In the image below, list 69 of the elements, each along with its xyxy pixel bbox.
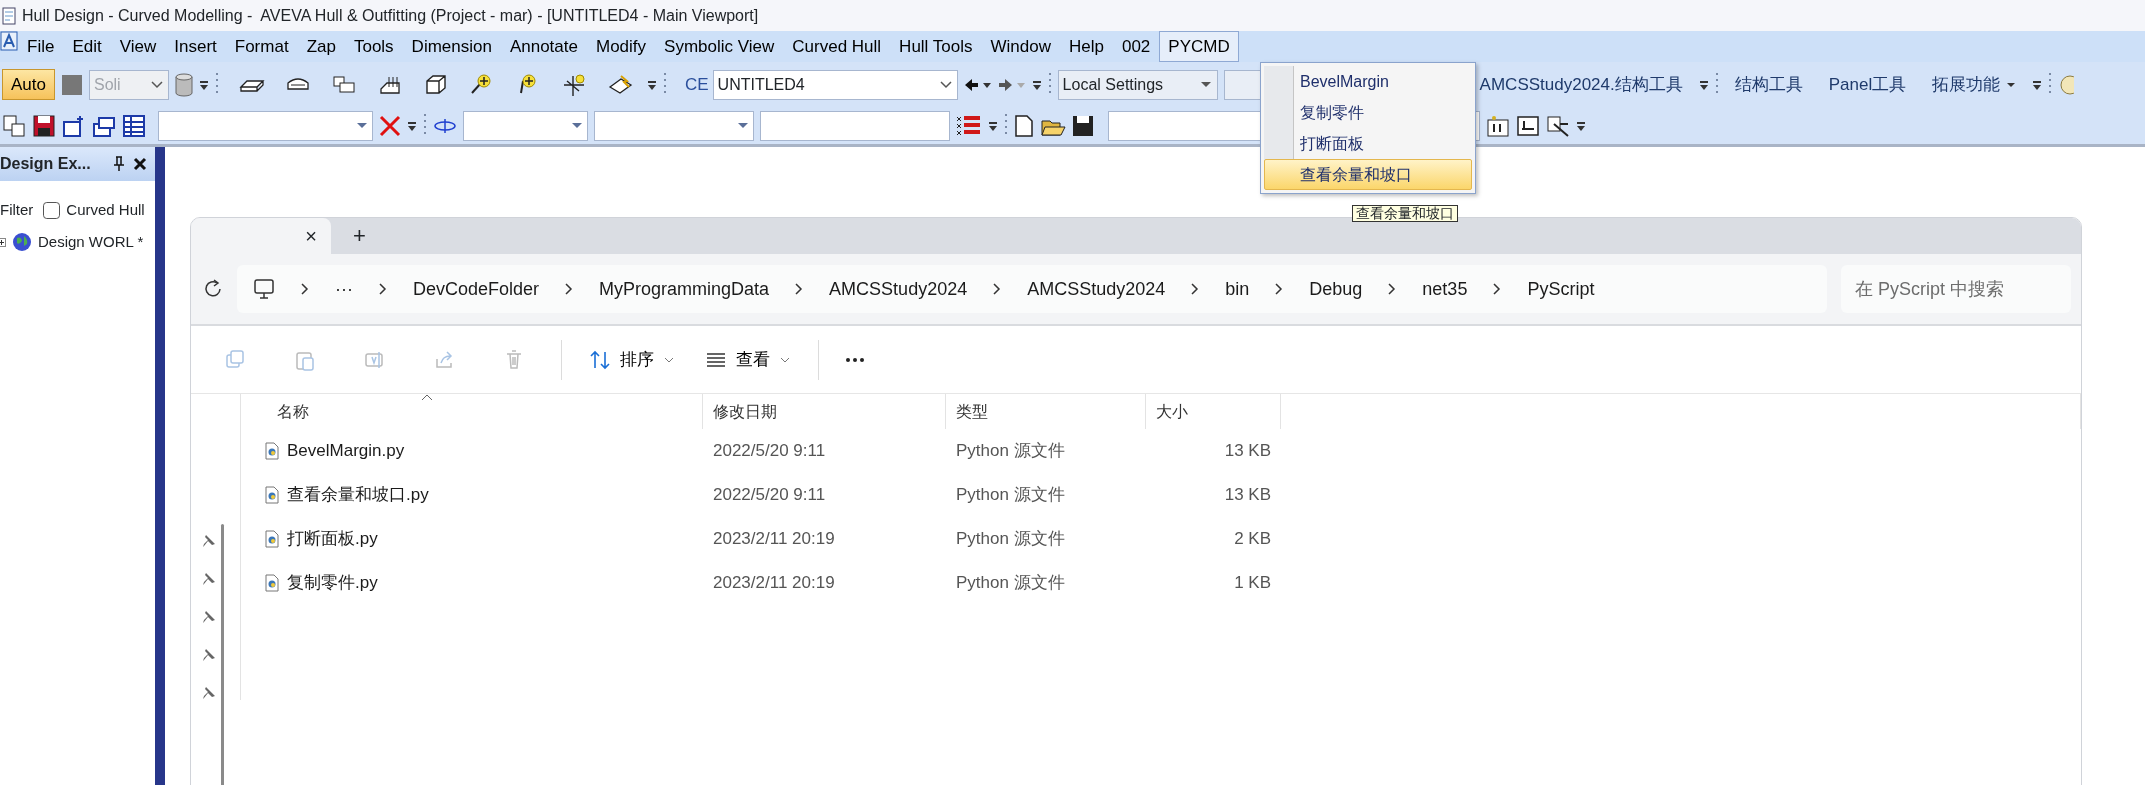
breadcrumb[interactable]: MyProgrammingData xyxy=(599,275,770,303)
table-cell-text: Python 源文件 xyxy=(955,572,1066,595)
tooltip: 查看余量和坡口 xyxy=(1352,205,1458,222)
menu-item[interactable]: PYCMD xyxy=(1159,31,1239,62)
file-name[interactable]: 打断面板.py xyxy=(287,526,378,552)
table-cell-text: 2 KB xyxy=(1233,528,1272,551)
menu-item[interactable]: 查看余量和坡口 xyxy=(1264,159,1472,190)
menu-item[interactable]: Dimension xyxy=(402,31,501,62)
settings-dropdown[interactable]: Local Settings xyxy=(1057,69,1218,100)
breadcrumb[interactable]: Debug xyxy=(1309,275,1363,303)
menu-item[interactable]: Modify xyxy=(587,31,656,62)
menu-item[interactable]: Symbolic View xyxy=(655,31,784,62)
close-tab-button[interactable]: × xyxy=(305,226,317,246)
ce-label: CE xyxy=(685,73,709,96)
checkbox-label: Curved Hull xyxy=(66,199,145,220)
menu-item[interactable]: Tools xyxy=(344,31,403,62)
toolbar-button[interactable]: Panel工具 xyxy=(1818,69,1917,100)
toolbar-button[interactable]: 拓展功能 xyxy=(1922,69,2027,100)
menu-item[interactable]: Format xyxy=(225,31,298,62)
table-cell-text: 2022/5/20 9:11 xyxy=(712,484,827,507)
menu-item[interactable]: Help xyxy=(1059,31,1113,62)
file-name[interactable]: BevelMargin.py xyxy=(287,438,405,464)
table-cell-text: 2023/2/11 20:19 xyxy=(712,572,836,595)
toolbar-button[interactable]: 排序 xyxy=(574,346,690,373)
study-tools-button[interactable]: AMCSStudy2024.结构工具 xyxy=(1469,69,1693,100)
menu-item[interactable]: Hull Tools xyxy=(890,31,982,62)
table-cell-text: 2022/5/20 9:11 xyxy=(712,440,827,463)
file-name[interactable]: 复制零件.py xyxy=(287,570,378,596)
menu-item[interactable]: File xyxy=(18,31,64,62)
menu-item[interactable]: Curved Hull xyxy=(783,31,891,62)
menu-item[interactable]: Window xyxy=(981,31,1060,62)
tree-item[interactable]: Design WORL * xyxy=(38,231,144,254)
table-cell-text: 13 KB xyxy=(1223,484,1272,507)
table-cell-text: Python 源文件 xyxy=(955,440,1066,463)
menu-item[interactable]: Zap xyxy=(297,31,345,62)
menu-item[interactable]: 复制零件 xyxy=(1264,97,1472,128)
menu-item[interactable]: 002 xyxy=(1112,31,1160,62)
breadcrumb[interactable]: AMCSStudy2024 xyxy=(829,275,968,303)
breadcrumb[interactable]: net35 xyxy=(1422,275,1468,303)
auto-button[interactable]: Auto xyxy=(2,68,55,101)
breadcrumb[interactable]: DevCodeFolder xyxy=(413,275,540,303)
new-tab-button[interactable]: + xyxy=(353,218,366,254)
table-cell-text: Python 源文件 xyxy=(955,528,1066,551)
table-cell-text: 2023/2/11 20:19 xyxy=(712,528,836,551)
panel-title: Design Ex... xyxy=(0,154,91,174)
column-header[interactable]: 大小 xyxy=(1146,394,1281,429)
current-element-dropdown[interactable]: UNTITLED4 xyxy=(712,69,958,100)
toolbar-button[interactable]: 查看 xyxy=(690,346,806,373)
menu-item[interactable]: BevelMargin xyxy=(1264,66,1472,97)
menu-item[interactable]: 打断面板 xyxy=(1264,128,1472,159)
search-field[interactable]: 在 PyScript 中搜索 xyxy=(1841,265,2071,313)
table-cell-text: 1 KB xyxy=(1233,572,1272,595)
breadcrumb[interactable]: PyScript xyxy=(1527,275,1595,303)
column-header[interactable]: 修改日期 xyxy=(703,394,946,429)
table-cell-text: 13 KB xyxy=(1223,440,1272,463)
breadcrumb[interactable]: ··· xyxy=(335,275,353,303)
breadcrumb[interactable]: bin xyxy=(1225,275,1250,303)
file-name[interactable]: 查看余量和坡口.py xyxy=(287,482,429,508)
toolbar-button[interactable]: 结构工具 xyxy=(1724,69,1813,100)
window-title: Hull Design - Curved Modelling - AVEVA Hull & Outfitting (Project - mar) - [UNTITLED4 - Main Viewport] xyxy=(22,5,759,26)
column-header[interactable]: 名称 xyxy=(241,394,703,429)
menu-item[interactable]: Insert xyxy=(165,31,226,62)
table-cell-text: Python 源文件 xyxy=(955,484,1066,507)
menu-item[interactable]: View xyxy=(110,31,166,62)
column-header[interactable]: 类型 xyxy=(946,394,1146,429)
breadcrumb[interactable]: AMCSStudy2024 xyxy=(1027,275,1166,303)
filter-label: Filter xyxy=(0,199,34,220)
menu-item[interactable]: Edit xyxy=(63,31,111,62)
menu-item[interactable]: Annotate xyxy=(500,31,587,62)
